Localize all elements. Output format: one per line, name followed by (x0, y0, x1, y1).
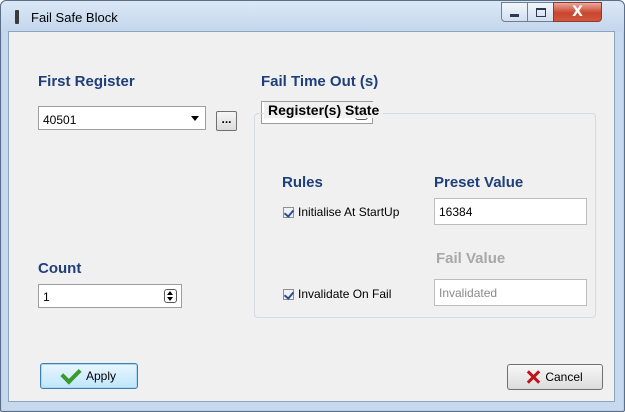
count-value: 1 (43, 290, 50, 304)
spin-updown-icon[interactable] (164, 289, 177, 303)
title-bar[interactable]: Fail Safe Block X (1, 1, 624, 32)
first-register-label: First Register (38, 73, 135, 90)
apply-label: Apply (85, 369, 117, 383)
register-state-title: Register(s) State (264, 102, 384, 118)
app-icon (15, 10, 19, 24)
fail-value-input[interactable]: Invalidated (434, 279, 587, 306)
close-icon (527, 371, 539, 383)
rules-header: Rules (282, 174, 323, 191)
close-icon: X (572, 4, 583, 20)
preset-value-text: 16384 (439, 205, 473, 219)
fail-timeout-label: Fail Time Out (s) (261, 73, 379, 90)
cancel-label: Cancel (545, 370, 583, 384)
maximize-icon (535, 7, 546, 17)
window-title: Fail Safe Block (31, 10, 118, 25)
first-register-combo[interactable]: 40501 (38, 106, 206, 130)
checkmark-icon (60, 363, 82, 385)
fail-value-text: Invalidated (439, 286, 498, 300)
count-label: Count (38, 260, 82, 277)
browse-button[interactable]: ... (216, 111, 237, 131)
fail-value-header: Fail Value (436, 250, 506, 267)
minimize-button[interactable] (501, 2, 528, 22)
checkbox-checked-icon[interactable] (283, 206, 294, 218)
checkbox-checked-icon[interactable] (283, 288, 294, 300)
maximize-button[interactable] (527, 2, 554, 22)
invalidate-label: Invalidate On Fail (298, 287, 392, 301)
invalidate-on-fail-checkbox[interactable]: Invalidate On Fail (283, 287, 391, 301)
apply-button[interactable]: Apply (40, 363, 138, 389)
close-button[interactable]: X (553, 2, 602, 22)
preset-value-header: Preset Value (434, 174, 524, 191)
first-register-value: 40501 (43, 113, 77, 127)
preset-value-input[interactable]: 16384 (434, 198, 587, 225)
count-spinner[interactable]: 1 (38, 284, 182, 308)
minimize-icon (510, 14, 519, 17)
cancel-button[interactable]: Cancel (507, 364, 603, 390)
initialise-at-startup-checkbox[interactable]: Initialise At StartUp (283, 205, 399, 219)
chevron-down-icon[interactable] (191, 116, 199, 121)
initialise-label: Initialise At StartUp (298, 205, 400, 219)
